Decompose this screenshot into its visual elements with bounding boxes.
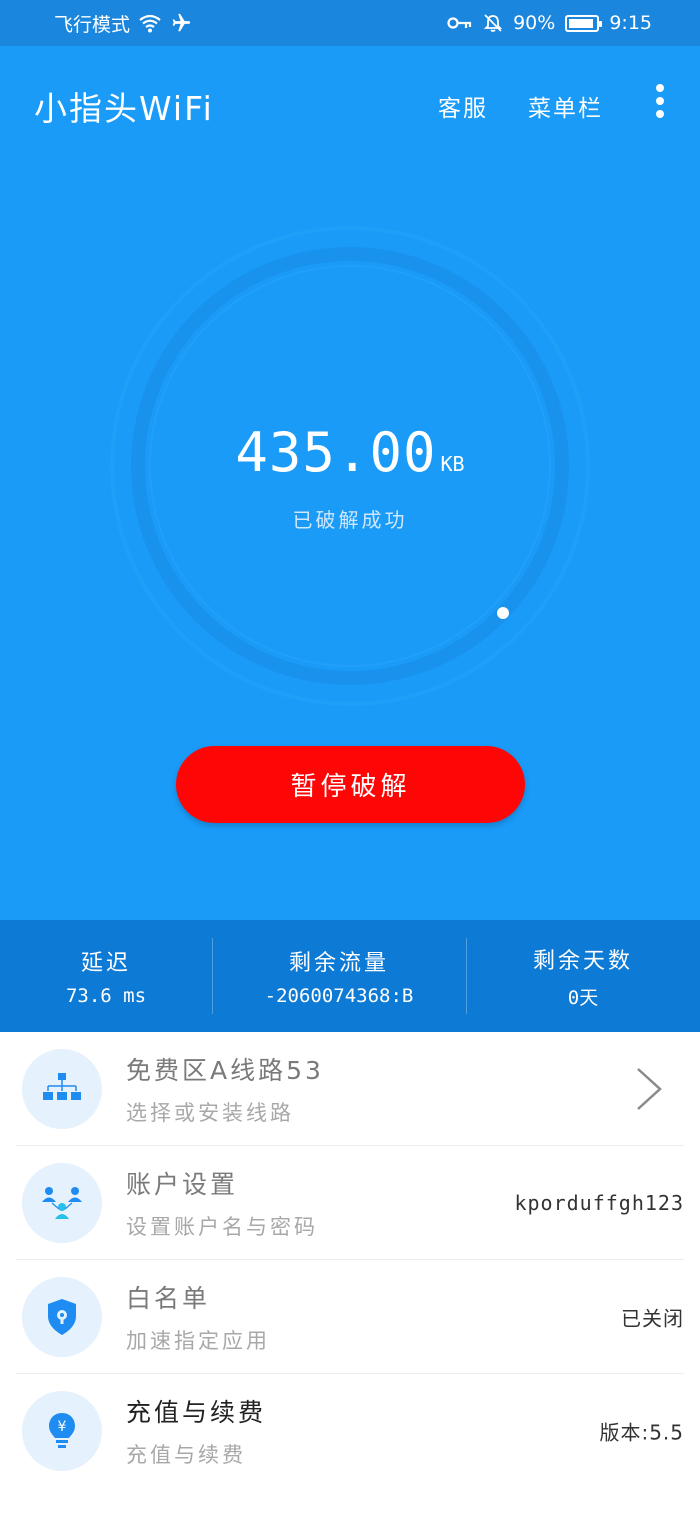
chevron-right-icon: [637, 1067, 662, 1110]
status-left: 飞行模式: [54, 10, 192, 37]
wifi-icon: [139, 14, 161, 33]
item-subtitle: 选择或安装线路: [126, 1100, 294, 1125]
status-bar: 飞行模式 90% 9:15: [0, 0, 700, 46]
gauge-readout: 435.00 KB: [0, 421, 700, 484]
item-text: 白名单 加速指定应用: [126, 1279, 270, 1355]
battery-percent: 90%: [513, 12, 556, 34]
stat-value: -2060074368:B: [264, 985, 414, 1007]
stat-value: 73.6 ms: [65, 985, 147, 1007]
shield-icon: [22, 1276, 102, 1357]
lightbulb-yen-icon: ¥: [22, 1391, 102, 1471]
item-text: 免费区A线路53 选择或安装线路: [126, 1051, 324, 1127]
mute-bell-icon: [483, 14, 503, 32]
item-subtitle: 加速指定应用: [126, 1328, 270, 1353]
item-title: 白名单: [126, 1283, 211, 1313]
list-item-whitelist[interactable]: 白名单 加速指定应用 已关闭: [16, 1260, 684, 1374]
menu-button[interactable]: 菜单栏: [528, 89, 603, 123]
stats-bar: 延迟 73.6 ms 剩余流量 -2060074368:B 剩余天数 0天: [0, 920, 700, 1032]
account-name-value: kporduffgh123: [514, 1190, 684, 1215]
item-title: 免费区A线路53: [126, 1055, 324, 1085]
gauge-number: 435.00: [235, 421, 437, 484]
item-title: 账户设置: [126, 1169, 239, 1199]
item-title: 充值与续费: [126, 1398, 267, 1427]
item-subtitle: 设置账户名与密码: [126, 1214, 318, 1239]
pause-crack-button[interactable]: 暂停破解: [176, 746, 525, 823]
clock: 9:15: [609, 12, 652, 34]
list-item-recharge[interactable]: ¥ 充值与续费 充值与续费 版本:5.5: [16, 1374, 684, 1488]
network-tree-icon: [22, 1048, 102, 1129]
hero-panel: 小指头WiFi 客服 菜单栏 435.00 KB 已破解成功 暂停破解: [0, 46, 700, 920]
list-item-route[interactable]: 免费区A线路53 选择或安装线路: [16, 1032, 684, 1146]
airplane-icon: [172, 13, 191, 32]
stat-label: 剩余天数: [532, 948, 633, 974]
more-options-icon[interactable]: [654, 84, 666, 118]
item-subtitle: 充值与续费: [126, 1443, 246, 1467]
status-right: 90% 9:15: [447, 12, 652, 34]
app-title: 小指头WiFi: [34, 89, 214, 128]
stat-remaining-days: 剩余天数 0天: [466, 920, 700, 1032]
stat-latency: 延迟 73.6 ms: [0, 920, 212, 1032]
item-text: 账户设置 设置账户名与密码: [126, 1165, 318, 1241]
gauge-unit: KB: [440, 452, 465, 476]
airplane-mode-label: 飞行模式: [54, 13, 131, 36]
item-text: 充值与续费 充值与续费: [126, 1393, 266, 1469]
stat-remaining-traffic: 剩余流量 -2060074368:B: [212, 920, 466, 1032]
settings-list: 免费区A线路53 选择或安装线路 账户设置 设置账户名与密码 kporduffg…: [0, 1032, 700, 1488]
svg-text:¥: ¥: [58, 1419, 67, 1435]
gauge-indicator-dot: [497, 607, 509, 619]
stat-value: 0天: [567, 986, 599, 1009]
stat-label: 剩余流量: [288, 951, 389, 976]
list-item-account[interactable]: 账户设置 设置账户名与密码 kporduffgh123: [16, 1146, 684, 1260]
battery-icon: [565, 14, 603, 32]
whitelist-status: 已关闭: [621, 1306, 684, 1330]
gauge-status: 已破解成功: [292, 508, 408, 532]
customer-service-button[interactable]: 客服: [438, 89, 488, 123]
version-label: 版本:5.5: [599, 1420, 684, 1445]
stat-label: 延迟: [80, 951, 131, 976]
users-icon: [22, 1162, 102, 1243]
vpn-key-icon: [447, 17, 472, 29]
